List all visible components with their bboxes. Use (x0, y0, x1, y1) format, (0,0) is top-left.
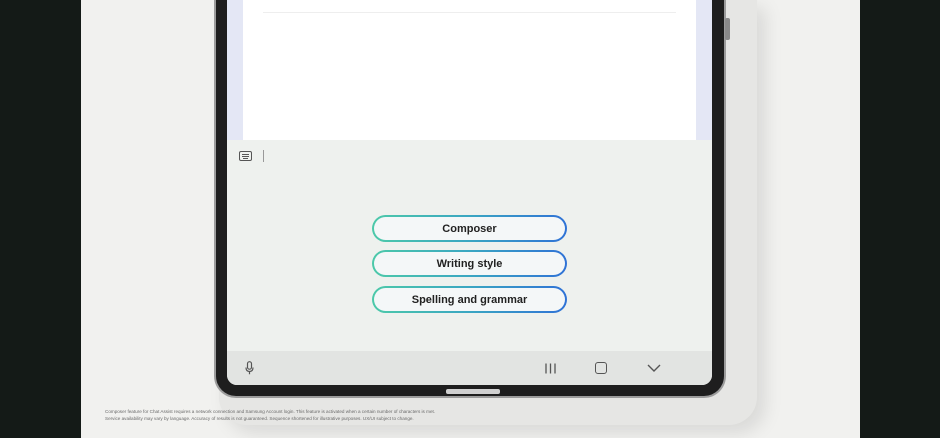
document-area (227, 0, 712, 140)
recents-icon[interactable] (545, 363, 556, 374)
phone-screen: Composer Writing style Spelling and gram… (227, 0, 712, 385)
document-line (263, 12, 676, 13)
composer-label: Composer (374, 217, 565, 240)
writing-style-button[interactable]: Writing style (372, 250, 567, 277)
document-page[interactable] (243, 0, 696, 140)
writing-style-label: Writing style (374, 252, 565, 275)
side-button (725, 18, 730, 40)
disclaimer-line-2: Service availability may vary by languag… (105, 416, 414, 421)
video-frame: Composer Writing style Spelling and gram… (81, 0, 860, 438)
input-toolbar (227, 140, 712, 174)
spelling-grammar-label: Spelling and grammar (374, 288, 565, 311)
keyboard-icon[interactable] (239, 151, 252, 161)
disclaimer: Composer feature for Chat Assist require… (105, 408, 625, 422)
composer-button[interactable]: Composer (372, 215, 567, 242)
hinge (446, 389, 500, 394)
spelling-grammar-button[interactable]: Spelling and grammar (372, 286, 567, 313)
microphone-icon[interactable] (245, 361, 254, 375)
home-icon[interactable] (595, 362, 607, 374)
text-cursor (263, 150, 264, 162)
navigation-bar (227, 351, 712, 385)
back-icon[interactable] (647, 363, 661, 373)
disclaimer-line-1: Composer feature for Chat Assist require… (105, 409, 436, 414)
